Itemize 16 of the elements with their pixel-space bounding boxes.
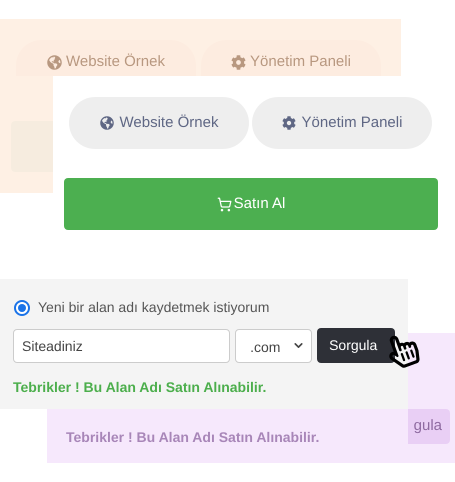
nav-button[interactable]: Yönetim Paneli — [252, 97, 432, 149]
globe-icon — [47, 54, 62, 70]
globe-icon — [100, 116, 114, 130]
query-button[interactable]: Sorgula — [317, 328, 395, 363]
radio-label: Yeni bir alan adı kaydetmek istiyorum — [38, 298, 270, 317]
result-message: Tebrikler ! Bu Alan Adı Satın Alınabilir. — [13, 378, 268, 397]
domain-input[interactable]: Siteadiniz — [13, 328, 230, 362]
gear-icon — [231, 54, 246, 70]
faded-result-text: Tebrikler ! Bu Alan Adı Satın Alınabilir. — [66, 428, 320, 447]
button-label: Yönetim Paneli — [302, 112, 402, 133]
cart-icon — [216, 196, 232, 212]
radio-button[interactable] — [14, 300, 30, 316]
gear-icon — [282, 116, 296, 130]
button-label: Website Örnek — [120, 112, 218, 133]
extension-select[interactable]: .com — [234, 328, 312, 362]
nav-button[interactable]: Website Örnek — [69, 97, 249, 149]
